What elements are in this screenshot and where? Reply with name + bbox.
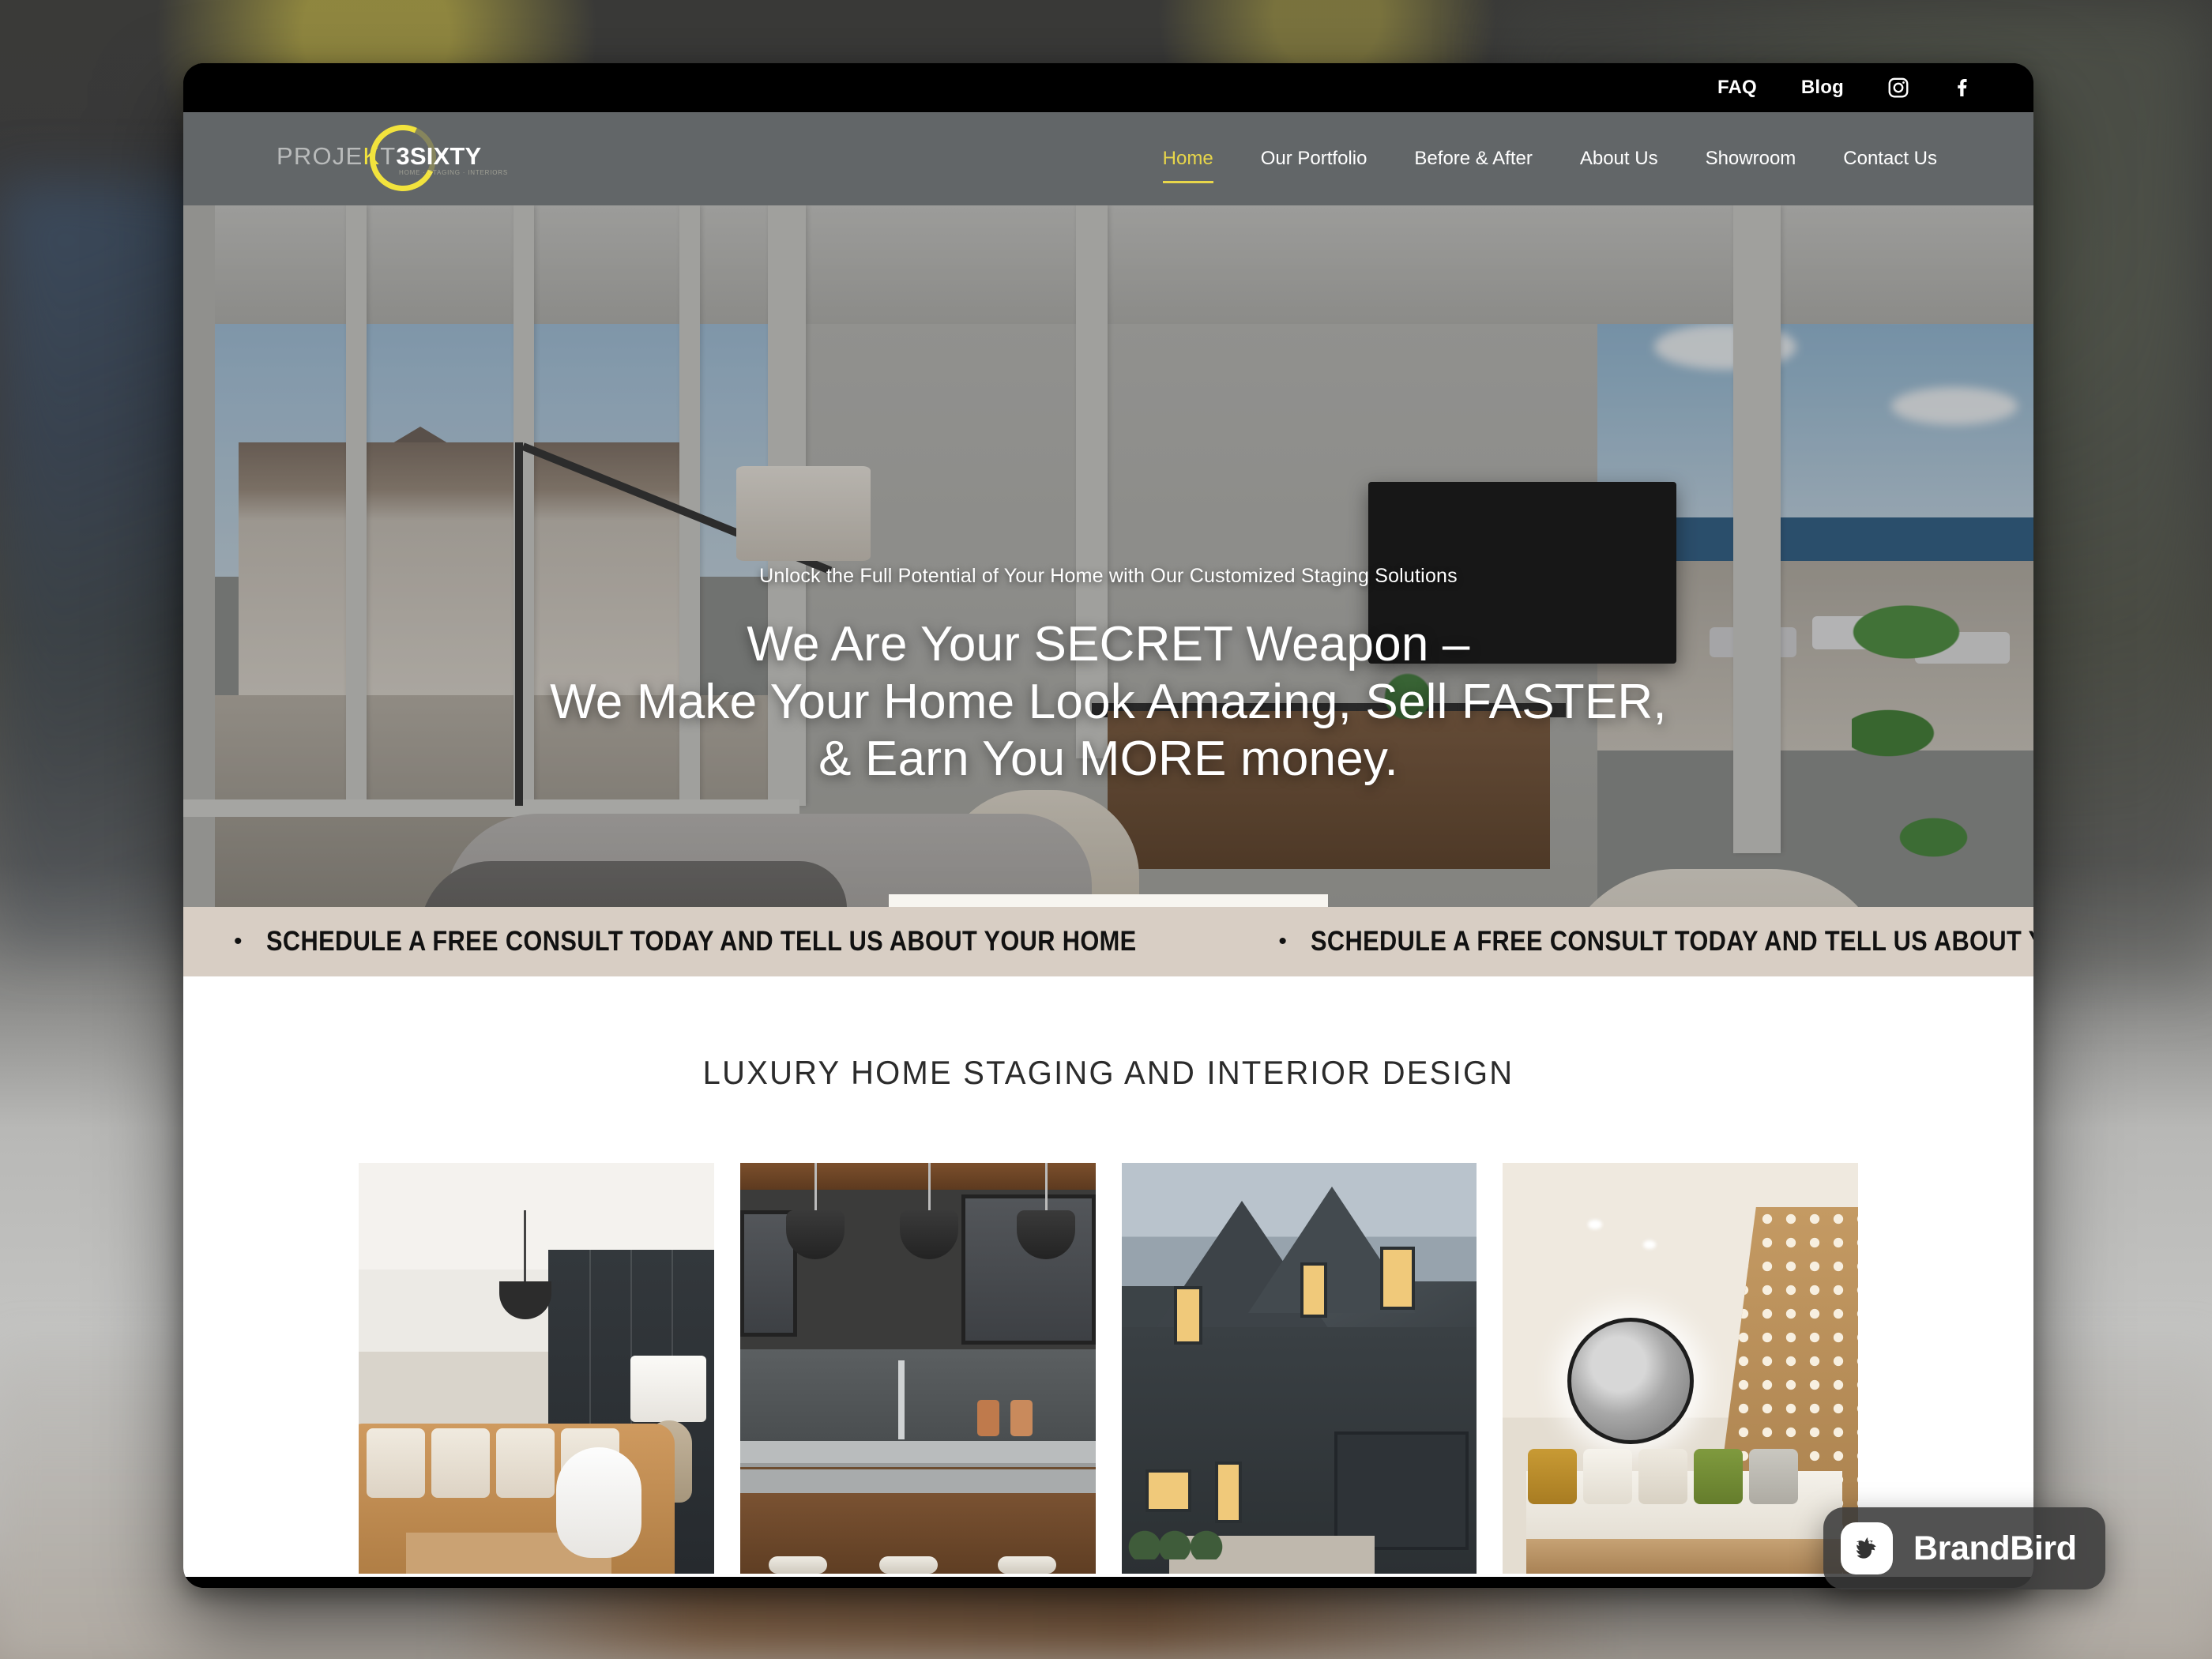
browser-window: FAQ Blog PROJEKT3SIXTY HOME · STAGING · … bbox=[183, 63, 2033, 1588]
utility-topbar: FAQ Blog bbox=[183, 63, 2033, 112]
nav-item-our-portfolio[interactable]: Our Portfolio bbox=[1237, 148, 1391, 170]
logo-prefix: PROJE bbox=[276, 142, 363, 170]
promo-marquee: • SCHEDULE A FREE CONSULT TODAY AND TELL… bbox=[183, 907, 2033, 976]
gallery-grid bbox=[183, 1163, 2033, 1574]
marquee-text-2: SCHEDULE A FREE CONSULT TODAY AND TELL U… bbox=[1310, 926, 2033, 957]
brandbird-label: BrandBird bbox=[1913, 1529, 2077, 1567]
logo-wordmark: PROJEKT3SIXTY bbox=[276, 142, 481, 171]
site-logo[interactable]: PROJEKT3SIXTY HOME · STAGING · INTERIORS bbox=[276, 115, 514, 201]
logo-brand: 3SIXTY bbox=[396, 142, 482, 170]
services-section: LUXURY HOME STAGING AND INTERIOR DESIGN bbox=[183, 976, 2033, 1577]
hero-headline-line-1: We Are Your SECRET Weapon – bbox=[747, 617, 1470, 672]
gallery-item-living-room[interactable] bbox=[359, 1163, 714, 1574]
main-navigation: Home Our Portfolio Before & After About … bbox=[1139, 148, 2033, 183]
section-title: LUXURY HOME STAGING AND INTERIOR DESIGN bbox=[702, 1054, 1514, 1091]
gallery-item-bedroom[interactable] bbox=[1503, 1163, 1858, 1574]
marquee-text-1: SCHEDULE A FREE CONSULT TODAY AND TELL U… bbox=[265, 926, 1137, 957]
bird-icon bbox=[1841, 1522, 1893, 1574]
nav-item-before-after[interactable]: Before & After bbox=[1390, 148, 1556, 170]
marquee-track: • SCHEDULE A FREE CONSULT TODAY AND TELL… bbox=[183, 926, 2033, 957]
logo-t: T bbox=[380, 142, 397, 170]
nav-item-home[interactable]: Home bbox=[1139, 148, 1237, 183]
topbar-link-blog[interactable]: Blog bbox=[1779, 77, 1866, 99]
hero-eyebrow: Unlock the Full Potential of Your Home w… bbox=[759, 565, 1458, 587]
instagram-icon[interactable] bbox=[1866, 76, 1931, 100]
hero-content: Unlock the Full Potential of Your Home w… bbox=[183, 205, 2033, 907]
nav-item-about-us[interactable]: About Us bbox=[1556, 148, 1682, 170]
hero-section: Unlock the Full Potential of Your Home w… bbox=[183, 205, 2033, 907]
nav-item-showroom[interactable]: Showroom bbox=[1682, 148, 1820, 170]
topbar-link-faq[interactable]: FAQ bbox=[1695, 77, 1779, 99]
brandbird-watermark[interactable]: BrandBird bbox=[1823, 1507, 2105, 1589]
logo-k: K bbox=[363, 142, 381, 170]
gallery-item-kitchen[interactable] bbox=[739, 1163, 1096, 1574]
schedule-a-call-today-button[interactable]: SCHEDULE A CALL TODAY bbox=[889, 894, 1328, 907]
gallery-item-exterior[interactable] bbox=[1121, 1163, 1477, 1574]
hero-headline-line-3: & Earn You MORE money. bbox=[818, 732, 1398, 787]
hero-cta-row: SCHEDULE A CALL TODAY bbox=[183, 894, 2033, 907]
marquee-separator-1: • bbox=[234, 928, 243, 954]
hero-headline-line-2: We Make Your Home Look Amazing, Sell FAS… bbox=[550, 674, 1667, 729]
nav-item-contact-us[interactable]: Contact Us bbox=[1819, 148, 1961, 170]
site-header: PROJEKT3SIXTY HOME · STAGING · INTERIORS… bbox=[183, 112, 2033, 205]
hero-headline: We Are Your SECRET Weapon – We Make Your… bbox=[550, 616, 1667, 788]
marquee-separator-2: • bbox=[1278, 928, 1287, 954]
facebook-icon[interactable] bbox=[1931, 76, 1996, 100]
logo-tagline: HOME · STAGING · INTERIORS bbox=[399, 169, 508, 176]
